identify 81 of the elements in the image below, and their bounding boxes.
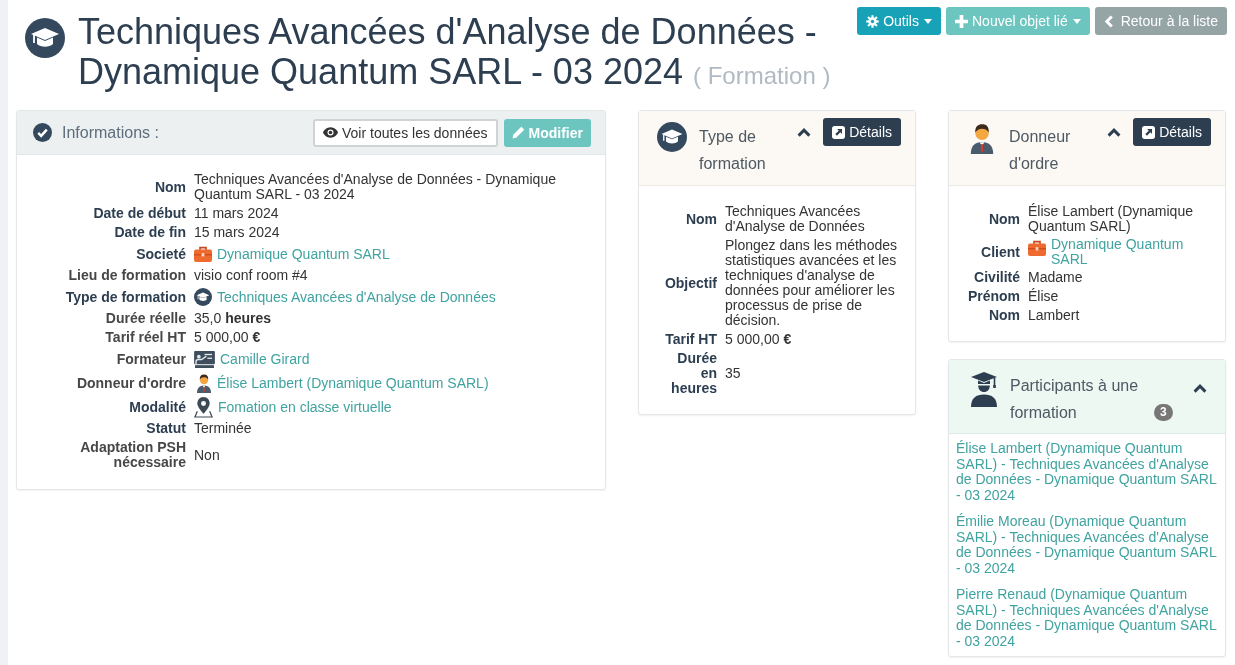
chevron-up-icon[interactable] (1107, 127, 1122, 137)
field-label: Modalité (128, 397, 186, 417)
field-label: Nom (987, 306, 1020, 325)
field-link[interactable]: Techniques Avancées d'Analyse de Données (217, 289, 496, 305)
mortarboard-icon (25, 18, 65, 58)
field-label: Durée en heures (670, 349, 717, 398)
participant-link[interactable]: Élise Lambert (Dynamique Quantum SARL) - Techniques Avancées d'Analyse de Données - Dynamique Quantum SARL - 03 2024 (956, 441, 1221, 503)
field-link[interactable]: Dynamique Quantum SARL (217, 246, 390, 262)
edit-button[interactable]: Modifier (503, 118, 591, 147)
field-label: Societé (135, 244, 186, 264)
field-label: Date de début (92, 204, 186, 223)
field-label: Tarif réel HT (104, 328, 186, 347)
field-label: Donneur d'ordre (75, 373, 186, 393)
chevron-up-icon[interactable] (1193, 384, 1207, 393)
panel-title: Type de formation (699, 127, 767, 174)
field-link[interactable]: Fomation en classe virtuelle (218, 399, 392, 415)
field-value: Élise (1028, 288, 1059, 304)
panel-title: Informations : (62, 123, 159, 142)
field-label: Client (980, 242, 1020, 262)
field-link[interactable]: Élise Lambert (Dynamique Quantum SARL) (217, 375, 489, 391)
field-value: 35 (725, 365, 741, 381)
field-label: Prénom (966, 287, 1020, 306)
field-value: Lambert (1028, 307, 1080, 323)
chevron-left-icon (1103, 14, 1114, 28)
field-value: Techniques Avancées d'Analyse de Données - Dynamique Quantum SARL - 03 2024 (194, 171, 556, 202)
field-value: Non (194, 446, 220, 463)
field-link[interactable]: Dynamique Quantum SARL (1051, 237, 1206, 267)
field-label: Nom (684, 209, 717, 229)
mortarboard-icon (194, 288, 212, 306)
check-circle-icon (33, 123, 52, 142)
field-label: Tarif HT (664, 330, 717, 349)
participant-link[interactable]: Pierre Renaud (Dynamique Quantum SARL) - Techniques Avancées d'Analyse de Données - Dynamique Quantum SARL - 03 2024 (956, 587, 1221, 649)
field-label: Date de fin (113, 223, 186, 242)
details-button[interactable]: Détails (823, 118, 901, 146)
panel-title: Participants à une formation (1010, 376, 1140, 423)
mortarboard-icon (657, 122, 687, 152)
count-badge: 3 (1154, 404, 1173, 421)
chevron-up-icon[interactable] (797, 127, 812, 137)
field-label: Objectif (663, 273, 717, 293)
field-label: Formateur (115, 349, 186, 369)
field-label: Nom (153, 177, 186, 197)
field-link[interactable]: Camille Girard (220, 351, 310, 367)
field-label: Type de formation (64, 287, 186, 307)
field-value: Terminée (194, 420, 252, 436)
field-value: Élise Lambert (Dynamique Quantum SARL) (1028, 203, 1193, 234)
eye-icon (323, 127, 338, 138)
participant-link[interactable]: Émilie Moreau (Dynamique Quantum SARL) - Techniques Avancées d'Analyse de Données - Dynamique Quantum SARL - 03 2024 (956, 514, 1221, 576)
field-label: Statut (145, 419, 186, 438)
tools-button[interactable]: Outils (857, 7, 941, 35)
page-title: Techniques Avancées d'Analyse de Données - Dynamique Quantum SARL - 03 2024 ( Formation ) (78, 12, 832, 94)
field-value: 11 mars 2024 (194, 205, 279, 221)
field-value: 35,0 heures (194, 310, 272, 326)
map-pin-icon (194, 396, 213, 418)
field-value: Madame (1028, 269, 1083, 285)
person-icon (196, 373, 212, 393)
presentation-board-icon (194, 350, 215, 368)
field-value: visio conf room #4 (194, 267, 308, 283)
field-label: Durée réelle (104, 309, 186, 328)
person-icon (969, 122, 995, 154)
external-link-icon (832, 125, 846, 139)
plus-icon (955, 14, 968, 28)
field-label: Adaptation PSH nécessaire (79, 438, 186, 472)
field-label: Lieu de formation (67, 266, 186, 285)
field-value: 5 000,00 € (725, 331, 792, 347)
field-value: 5 000,00 € (194, 329, 261, 345)
view-all-button[interactable]: Voir toutes les données (313, 118, 498, 147)
briefcase-icon (194, 246, 212, 262)
new-linked-object-button[interactable]: Nouvel objet lié (946, 7, 1090, 35)
graduate-icon (969, 371, 999, 407)
pencil-icon (511, 126, 525, 139)
briefcase-icon (1028, 240, 1046, 256)
field-value: Plongez dans les méthodes statistiques avancées et les techniques d'analyse de données pour améliorer les processus de prise de décision. (725, 237, 897, 328)
field-label: Nom (987, 209, 1020, 229)
panel-title: Donneur d'ordre (1009, 127, 1072, 174)
field-value: 15 mars 2024 (194, 224, 280, 240)
back-button[interactable]: Retour à la liste (1094, 7, 1227, 35)
gear-icon (866, 14, 880, 28)
field-value: Techniques Avancées d'Analyse de Données (725, 203, 865, 234)
external-link-icon (1142, 125, 1156, 139)
details-button[interactable]: Détails (1133, 118, 1211, 146)
field-label: Civilité (973, 268, 1020, 287)
